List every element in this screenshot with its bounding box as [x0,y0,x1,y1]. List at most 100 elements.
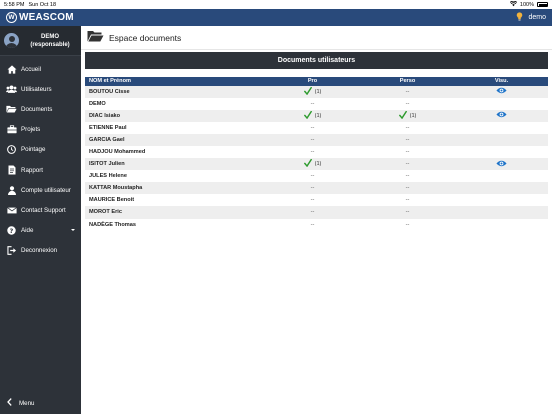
count-value: (1) [314,112,322,119]
sidebar-item-utilisateurs[interactable]: Utilisateurs [0,79,81,99]
eye-icon[interactable] [496,160,507,169]
cell-pro-empty: -- [265,121,360,134]
table-row[interactable]: MOROT Eric -- -- [85,206,548,219]
header-user[interactable]: demo [516,12,546,23]
cell-visu [455,133,548,146]
sidebar-item-label: Compte utilisateur [21,186,71,194]
cell-perso-empty: -- [360,182,455,195]
table-row[interactable]: NADÈGE Thomas -- -- [85,218,548,231]
cell-user-name: MAURICE Benoit [85,194,265,207]
cell-visu[interactable] [455,109,548,122]
cell-user-name: ISITOT Julien [85,158,265,171]
chevron-left-icon [7,398,12,408]
empty-value: -- [405,185,410,192]
document-count[interactable]: (1) [303,110,322,121]
status-date: Sun Oct 18 [28,1,57,8]
empty-value: -- [310,173,315,180]
sidebar-item-deconnexion[interactable]: Deconnexion [0,241,81,261]
cell-pro-empty: -- [265,145,360,159]
table-row[interactable]: BOUTOU Cisse (1) -- [85,85,548,98]
wifi-icon [509,0,518,9]
table-row[interactable]: MAURICE Benoit -- -- [85,194,548,207]
sidebar-item-pointage[interactable]: Pointage [0,140,81,160]
empty-value: -- [405,88,410,95]
cell-pro-empty: -- [265,206,360,219]
empty-value: -- [405,100,410,107]
header-username[interactable]: demo [528,14,546,21]
table-row[interactable]: ISITOT Julien (1) -- [85,158,548,171]
cell-pro-empty: -- [265,97,360,110]
sidebar-item-label: Deconnexion [21,247,58,255]
cell-visu [455,194,548,207]
empty-value: -- [405,197,410,204]
cell-user-name: BOUTOU Cisse [85,85,265,98]
document-count[interactable]: (1) [303,86,321,97]
sidebar-item-compte-utilisateur[interactable]: Compte utilisateur [0,180,81,200]
chevron-down-icon [71,228,75,231]
table-row[interactable]: GARCIA Gael -- -- [85,133,548,146]
status-time: 5:58 PM [4,1,25,8]
cell-visu[interactable] [455,85,548,98]
empty-value: -- [310,221,315,228]
eye-icon[interactable] [496,87,507,96]
cell-pro-documents[interactable]: (1) [265,158,360,171]
cell-perso-empty: -- [360,97,455,110]
sidebar-item-documents[interactable]: Documents [0,99,81,119]
app-header: W WEASCOM demo [0,9,552,26]
sidebar-item-label: Rapport [21,166,44,174]
sidebar-item-label: Accueil [21,65,41,73]
cell-perso-empty: -- [360,85,455,98]
cell-perso-empty: -- [360,170,455,183]
cell-visu [455,97,548,110]
empty-value: -- [405,149,410,156]
cell-user-name: HADJOU Mohammed [85,145,265,159]
table-row[interactable]: KATTAR Moustapha -- -- [85,182,548,195]
sidebar-item-accueil[interactable]: Accueil [0,59,81,79]
empty-value: -- [310,124,315,131]
sidebar-item-contact-support[interactable]: Contact Support [0,200,81,220]
cell-pro-documents[interactable]: (1) [265,109,360,122]
cell-visu [455,170,548,183]
column-header-perso[interactable]: Perso [360,77,455,86]
lightbulb-icon[interactable] [516,12,523,23]
logout-icon [6,245,17,256]
table-row[interactable]: HADJOU Mohammed -- -- [85,145,548,159]
cell-user-name: KATTAR Moustapha [85,182,265,195]
document-count[interactable]: (1) [398,110,417,121]
sidebar-item-rapport[interactable]: Rapport [0,160,81,180]
cell-perso-documents[interactable]: (1) [360,109,455,122]
app-logo[interactable]: W WEASCOM [6,12,74,23]
count-value: (1) [409,112,417,119]
sidebar-item-projets[interactable]: Projets [0,120,81,140]
cell-visu[interactable] [455,158,548,171]
home-icon [6,64,17,75]
table-row[interactable]: DEMO -- -- [85,97,548,110]
cell-pro-empty: -- [265,182,360,195]
page-header: Espace documents [81,26,552,50]
table-body: BOUTOU Cisse (1) -- DEMO -- -- DIAC Isiako (1) (… [85,85,548,231]
table-row[interactable]: JULES Helene -- -- [85,170,548,183]
column-header-name[interactable]: NOM et Prénom [85,77,265,86]
column-header-visu[interactable]: Visu. [455,77,548,86]
document-count[interactable]: (1) [303,159,321,169]
eye-icon[interactable] [496,111,507,120]
menu-toggle-button[interactable]: Menu [0,396,81,410]
cell-user-name: MOROT Eric [85,206,265,219]
panel-title: Documents utilisateurs [85,52,548,69]
sidebar-item-label: Projets [21,126,41,134]
table-row[interactable]: DIAC Isiako (1) (1) [85,109,548,122]
sidebar-item-label: Aide [21,227,34,235]
sidebar-item-label: Pointage [21,146,46,154]
main-content: Espace documents Documents utilisateurs … [81,26,552,414]
briefcase-icon [6,124,17,135]
menu-label: Menu [19,399,35,407]
sidebar-profile[interactable]: DEMO (responsable) [0,26,81,56]
cell-perso-empty: -- [360,206,455,219]
table-row[interactable]: ETIENNE Paul -- -- [85,121,548,134]
cell-pro-documents[interactable]: (1) [265,85,360,98]
column-header-pro[interactable]: Pro [265,77,360,86]
sidebar-item-aide[interactable]: ? Aide [0,221,81,241]
battery-percent: 100% [519,1,534,8]
report-icon [6,165,17,176]
cell-perso-empty: -- [360,133,455,146]
